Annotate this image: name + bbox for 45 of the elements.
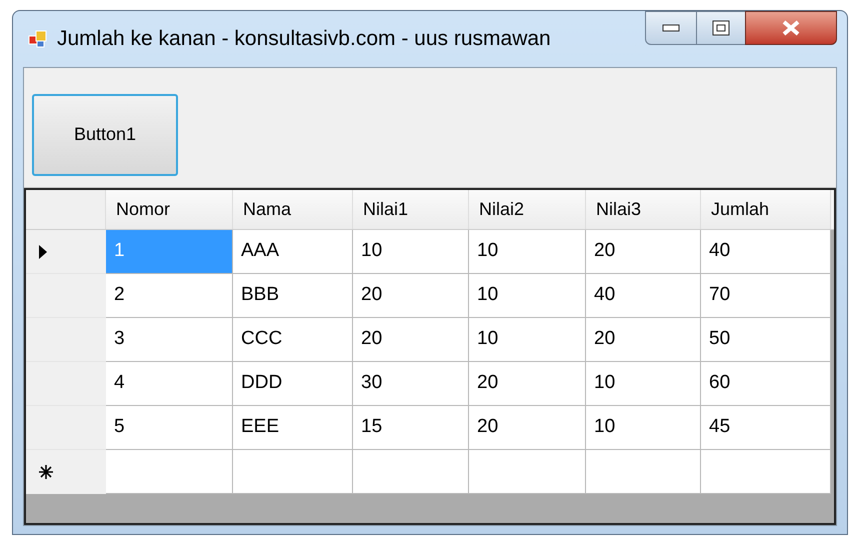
table-cell[interactable]: BBB: [233, 274, 353, 318]
close-icon: [781, 20, 801, 36]
column-header[interactable]: Nama: [233, 190, 353, 229]
table-cell[interactable]: 30: [353, 362, 469, 406]
app-icon: [27, 28, 49, 50]
table-cell[interactable]: 20: [353, 318, 469, 362]
table-cell[interactable]: 4: [106, 362, 233, 406]
column-header[interactable]: Nilai3: [586, 190, 701, 229]
close-button[interactable]: [745, 11, 837, 45]
column-header[interactable]: Nilai1: [353, 190, 469, 229]
table-cell[interactable]: 10: [353, 230, 469, 274]
row-header[interactable]: [26, 450, 106, 494]
table-cell[interactable]: 15: [353, 406, 469, 450]
table-cell[interactable]: 10: [586, 406, 701, 450]
table-cell[interactable]: 10: [469, 318, 586, 362]
column-header[interactable]: Nilai2: [469, 190, 586, 229]
table-cell[interactable]: 50: [701, 318, 831, 362]
table-cell[interactable]: 20: [586, 318, 701, 362]
table-cell[interactable]: 40: [586, 274, 701, 318]
table-cell[interactable]: 10: [469, 230, 586, 274]
table-cell[interactable]: 2: [106, 274, 233, 318]
table-cell[interactable]: AAA: [233, 230, 353, 274]
maximize-icon: [712, 20, 730, 36]
table-cell[interactable]: CCC: [233, 318, 353, 362]
maximize-button[interactable]: [697, 11, 745, 45]
minimize-button[interactable]: [645, 11, 697, 45]
table-cell[interactable]: EEE: [233, 406, 353, 450]
table-cell[interactable]: 20: [586, 230, 701, 274]
table-cell[interactable]: 40: [701, 230, 831, 274]
minimize-icon: [662, 24, 680, 32]
table-cell[interactable]: 20: [469, 362, 586, 406]
table-cell[interactable]: 10: [469, 274, 586, 318]
column-header[interactable]: Nomor: [106, 190, 233, 229]
table-cell[interactable]: 3: [106, 318, 233, 362]
table-cell[interactable]: 20: [469, 406, 586, 450]
table-cell[interactable]: DDD: [233, 362, 353, 406]
table-cell[interactable]: 45: [701, 406, 831, 450]
table-cell[interactable]: 10: [586, 362, 701, 406]
action-button[interactable]: Button1: [32, 94, 178, 176]
table-cell[interactable]: 60: [701, 362, 831, 406]
table-cell[interactable]: 20: [353, 274, 469, 318]
table-cell[interactable]: 5: [106, 406, 233, 450]
table-cell[interactable]: 70: [701, 274, 831, 318]
window-title: Jumlah ke kanan - konsultasivb.com - uus rusmawan: [57, 26, 551, 52]
column-header[interactable]: Jumlah: [701, 190, 831, 229]
